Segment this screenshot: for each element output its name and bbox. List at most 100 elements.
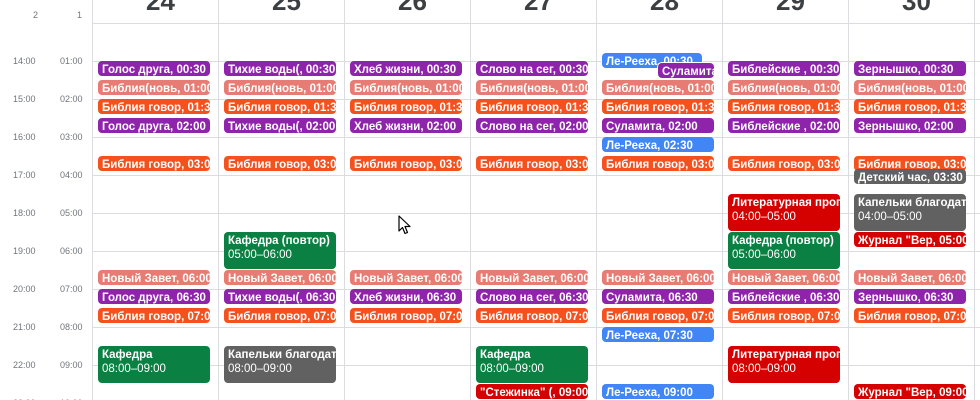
event-title: Слово на сег, 00:30 <box>480 64 588 76</box>
calendar-event[interactable]: Библейские , 06:30 <box>728 289 840 304</box>
calendar-event[interactable]: Библия говор, 03:00 <box>350 156 462 171</box>
calendar-event[interactable]: Библия(новь, 01:00 <box>350 80 462 95</box>
calendar-event[interactable]: Библия говор, 07:00 <box>728 308 840 323</box>
calendar-event[interactable]: Кафедра (повтор) 05:00–06:00 <box>728 232 840 269</box>
day-number[interactable]: 27 <box>524 0 553 17</box>
calendar-event[interactable]: Ле-Рееха, 09:00 <box>602 384 714 399</box>
calendar-event[interactable]: Библия говор, 03:00 <box>98 156 210 171</box>
calendar-event[interactable]: Зернышко, 00:30 <box>854 61 966 76</box>
calendar-event[interactable]: Библия говор, 01:30 <box>602 99 714 114</box>
calendar-event[interactable]: Библия говор, 07:00 <box>98 308 210 323</box>
calendar-event[interactable]: Кафедра (повтор) 05:00–06:00 <box>224 232 336 269</box>
calendar-event[interactable]: Библия говор, 07:00 <box>476 308 588 323</box>
event-title: Библия говор, 07:00 <box>102 311 210 323</box>
calendar-event[interactable]: Слово на сег, 00:30 <box>476 61 588 76</box>
calendar-event[interactable]: Капельки благодати 08:00–09:00 <box>224 346 336 383</box>
calendar-event[interactable]: Библия говор, 07:00 <box>854 308 966 323</box>
calendar-event[interactable]: Библия говор, 01:30 <box>476 99 588 114</box>
calendar-event[interactable]: Библия говор, 01:30 <box>224 99 336 114</box>
calendar-event[interactable]: Библия(новь, 01:00 <box>602 80 714 95</box>
calendar-event[interactable]: Кафедра 08:00–09:00 <box>98 346 210 383</box>
calendar-event[interactable]: Библия говор, 03:00 <box>224 156 336 171</box>
day-number[interactable]: 25 <box>272 0 301 17</box>
hour-label-primary: 09:00 <box>60 360 83 370</box>
calendar-event[interactable]: Библия(новь, 01:00 <box>98 80 210 95</box>
calendar-event[interactable]: Тихие воды(, 02:00 <box>224 118 336 133</box>
calendar-event[interactable]: Новый Завет, 06:00 <box>98 270 210 285</box>
calendar-event[interactable]: Тихие воды(, 06:30 <box>224 289 336 304</box>
event-title: Тихие воды(, 02:00 <box>228 121 336 133</box>
calendar-event[interactable]: Новый Завет, 06:00 <box>854 270 966 285</box>
event-title: Голос друга, 06:30 <box>102 292 206 304</box>
calendar-event[interactable]: Библия говор, 03:00 <box>602 156 714 171</box>
calendar-event[interactable]: Капельки благодати 04:00–05:00 <box>854 194 966 231</box>
event-title: Библия говор, 07:00 <box>606 311 714 323</box>
event-title: Голос друга, 00:30 <box>102 64 206 76</box>
calendar-event[interactable]: Новый Завет, 06:00 <box>350 270 462 285</box>
calendar-event[interactable]: Библия говор, 03:00 <box>728 156 840 171</box>
calendar-event[interactable]: Библия(новь, 01:00 <box>476 80 588 95</box>
calendar-event[interactable]: Библия говор, 01:30 <box>350 99 462 114</box>
event-title: Библия говор, 01:30 <box>858 102 966 114</box>
day-number[interactable]: 29 <box>776 0 805 17</box>
event-title: Библия говор, 01:30 <box>354 102 462 114</box>
calendar-event[interactable]: Библия(новь, 01:00 <box>224 80 336 95</box>
calendar-event[interactable]: Суламита, 02:00 <box>602 118 714 133</box>
hour-label-primary: 01:00 <box>60 56 83 66</box>
calendar-event[interactable]: Библия(новь, 01:00 <box>854 80 966 95</box>
timezone-primary-label: 1 <box>77 10 83 20</box>
calendar-event[interactable]: Библия говор, 07:00 <box>224 308 336 323</box>
calendar-event[interactable]: Детский час, 03:30 <box>854 169 966 185</box>
calendar-event[interactable]: Библия говор, 07:00 <box>350 308 462 323</box>
calendar-event[interactable]: Библия(новь, 01:00 <box>728 80 840 95</box>
calendar-event[interactable]: Новый Завет, 06:00 <box>224 270 336 285</box>
calendar-event[interactable]: Тихие воды(, 00:30 <box>224 61 336 76</box>
hour-label-secondary: 14:00 <box>13 56 36 66</box>
calendar-event[interactable]: Кафедра 08:00–09:00 <box>476 346 588 383</box>
event-title: Кафедра (повтор) <box>732 235 834 247</box>
calendar-event[interactable]: Новый Завет, 06:00 <box>602 270 714 285</box>
calendar-event[interactable]: Голос друга, 06:30 <box>98 289 210 304</box>
calendar-event[interactable]: Хлеб жизни, 06:30 <box>350 289 462 304</box>
day-number[interactable]: 30 <box>902 0 931 17</box>
calendar-event[interactable]: Хлеб жизни, 02:00 <box>350 118 462 133</box>
calendar-event[interactable]: Голос друга, 02:00 <box>98 118 210 133</box>
calendar-event[interactable]: Библия говор, 07:00 <box>602 308 714 323</box>
calendar-event[interactable]: Хлеб жизни, 00:30 <box>350 61 462 76</box>
calendar-event[interactable]: Журнал "Вер, 09:00 <box>854 384 966 399</box>
calendar-event[interactable]: Новый Завет, 06:00 <box>476 270 588 285</box>
event-title: Библейские , 06:30 <box>732 292 840 304</box>
event-title: Библейские , 02:00 <box>732 121 840 133</box>
event-title: Новый Завет, 06:00 <box>228 273 336 285</box>
hour-label-secondary: 19:00 <box>13 246 36 256</box>
calendar-event[interactable]: Слово на сег, 02:00 <box>476 118 588 133</box>
day-number[interactable]: 24 <box>146 0 175 17</box>
calendar-event[interactable]: Библейские , 02:00 <box>728 118 840 133</box>
event-title: "Стежинка" (, 09:00 <box>480 387 588 399</box>
calendar-event[interactable]: Ле-Рееха, 02:30 <box>602 137 714 152</box>
day-number[interactable]: 28 <box>650 0 679 17</box>
calendar-event[interactable]: Библия говор, 01:30 <box>854 99 966 114</box>
event-time-range: 05:00–06:00 <box>228 249 292 261</box>
calendar-event[interactable]: Библия говор, 01:30 <box>98 99 210 114</box>
calendar-event[interactable]: Зернышко, 02:00 <box>854 118 966 133</box>
event-title: Кафедра (повтор) <box>228 235 330 247</box>
event-title: Кафедра <box>102 349 153 361</box>
calendar-event[interactable]: Библия говор, 03:00 <box>476 156 588 171</box>
calendar-event[interactable]: Суламита, 06:30 <box>602 289 714 304</box>
calendar-event[interactable]: Литературная програ 04:00–05:00 <box>728 194 840 231</box>
calendar-event[interactable]: Литературная програ 08:00–09:00 <box>728 346 840 383</box>
calendar-event[interactable]: Библейские , 00:30 <box>728 61 840 76</box>
calendar-event[interactable]: Зернышко, 06:30 <box>854 289 966 304</box>
calendar-event[interactable]: Голос друга, 00:30 <box>98 61 210 76</box>
mouse-cursor-icon <box>398 215 411 235</box>
calendar-event[interactable]: Новый Завет, 06:00 <box>728 270 840 285</box>
calendar-event[interactable]: Ле-Рееха, 07:30 <box>602 327 714 342</box>
calendar-event[interactable]: Суламита, 00:30 <box>658 62 714 78</box>
day-number[interactable]: 26 <box>398 0 427 17</box>
event-title: Библия говор, 03:00 <box>606 159 714 171</box>
calendar-event[interactable]: Библия говор, 01:30 <box>728 99 840 114</box>
calendar-event[interactable]: Журнал "Вер, 05:00 <box>854 232 966 247</box>
calendar-event[interactable]: "Стежинка" (, 09:00 <box>476 384 588 399</box>
calendar-event[interactable]: Слово на сег, 06:30 <box>476 289 588 304</box>
